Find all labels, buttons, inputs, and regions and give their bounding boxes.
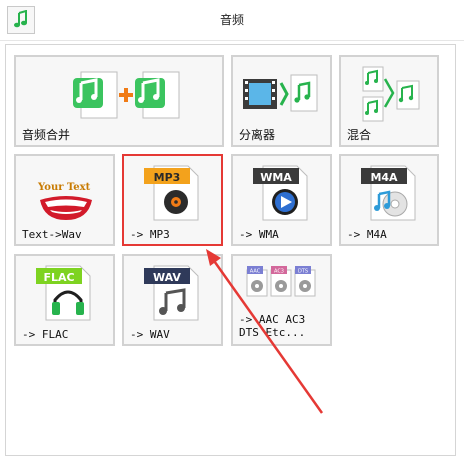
mp3-file-icon: MP3: [144, 165, 199, 221]
text-to-wav-tile[interactable]: Your Text Text->Wav: [14, 154, 115, 246]
to-wma-tile[interactable]: WMA -> WMA: [231, 154, 332, 246]
flac-file-icon: FLAC: [36, 265, 91, 321]
wma-badge-text: WMA: [260, 171, 292, 184]
aac-badge-text: AAC: [250, 269, 261, 275]
to-flac-tile[interactable]: FLAC -> FLAC: [14, 254, 115, 346]
m4a-badge-text: M4A: [370, 171, 398, 184]
music-mix-icon: [362, 66, 420, 122]
to-m4a-label: -> M4A: [347, 228, 387, 241]
wma-file-icon: WMA: [253, 165, 308, 221]
to-other-formats-tile[interactable]: AAC AC3 DTS -> AAC AC3 DTS Etc...: [231, 254, 332, 346]
title-bar: 音频: [0, 0, 464, 41]
splitter-tile[interactable]: 分离器: [231, 55, 332, 147]
audio-merge-tile[interactable]: 音频合并: [14, 55, 224, 147]
text-to-wav-label: Text->Wav: [22, 228, 82, 241]
multi-format-icon: AAC AC3 DTS: [246, 266, 316, 297]
music-plus-music-icon: [73, 71, 180, 119]
to-wma-label: -> WMA: [239, 228, 279, 241]
wav-file-icon: WAV: [144, 265, 199, 321]
mp3-badge-text: MP3: [154, 171, 181, 184]
wav-badge-text: WAV: [153, 271, 181, 284]
to-m4a-tile[interactable]: M4A -> M4A: [339, 154, 439, 246]
mouth-icon: [40, 196, 92, 220]
mix-tile[interactable]: 混合: [339, 55, 439, 147]
to-mp3-tile[interactable]: MP3 -> MP3: [122, 154, 223, 246]
flac-badge-text: FLAC: [43, 271, 74, 284]
m4a-file-icon: M4A: [361, 165, 416, 221]
splitter-label: 分离器: [239, 128, 276, 142]
to-flac-label: -> FLAC: [22, 328, 69, 341]
to-mp3-label: -> MP3: [130, 228, 170, 241]
window-title: 音频: [219, 13, 244, 27]
ac3-badge-text: AC3: [274, 269, 284, 275]
to-other-formats-label: -> AAC AC3 DTS Etc...: [239, 313, 306, 339]
audio-merge-label: 音频合并: [22, 128, 71, 142]
your-text-badge: Your Text: [38, 182, 91, 193]
to-wav-label: -> WAV: [130, 328, 170, 341]
film-split-icon: [243, 74, 318, 112]
mix-label: 混合: [347, 128, 372, 142]
to-wav-tile[interactable]: WAV -> WAV: [122, 254, 223, 346]
dts-badge-text: DTS: [298, 269, 308, 275]
